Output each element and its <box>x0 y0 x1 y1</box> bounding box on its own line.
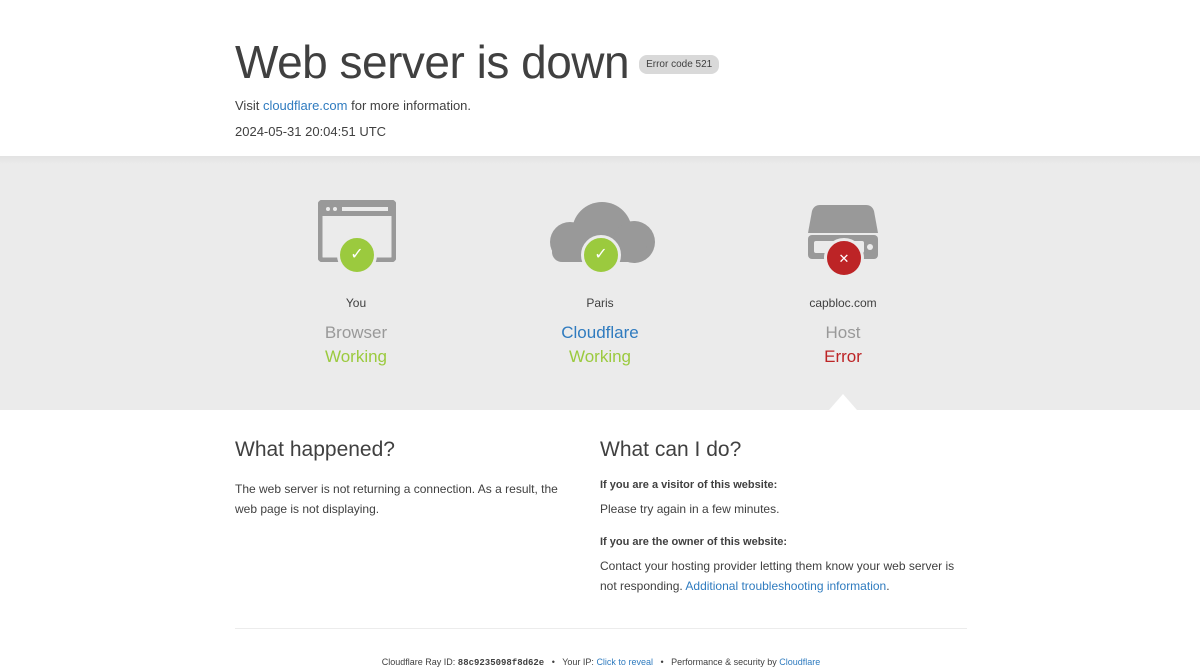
ip-label: Your IP: <box>562 657 597 667</box>
visitor-text: Please try again in a few minutes. <box>600 502 780 516</box>
what-can-i-do-heading: What can I do? <box>600 438 742 461</box>
ray-id-value: 88c9235098f8d62e <box>457 658 545 668</box>
status-column-host: ✕ capbloc.com Host Error <box>723 200 963 367</box>
check-icon: ✓ <box>581 235 621 275</box>
what-can-i-do-section: What can I do? If you are a visitor of t… <box>600 438 967 596</box>
status-column-browser: ✓ You Browser Working <box>236 200 476 367</box>
role-label: Host <box>825 323 861 342</box>
ray-id-label: Cloudflare Ray ID: <box>381 657 458 667</box>
reveal-ip-link[interactable]: Click to reveal <box>596 657 653 667</box>
timestamp: 2024-05-31 20:04:51 UTC <box>235 124 387 139</box>
footer-separator: • <box>660 657 664 667</box>
owner-heading: If you are the owner of this website: <box>600 536 788 548</box>
role-label: Cloudflare <box>561 323 639 342</box>
footer-divider <box>235 628 967 629</box>
what-happened-text: The web server is not returning a connec… <box>235 482 558 516</box>
visit-line: Visit cloudflare.com for more informatio… <box>235 98 719 113</box>
header: Web server is down Error code 521 Visit … <box>0 0 1200 156</box>
cloud-icon-wrap: ✓ <box>480 200 720 276</box>
cloudflare-link[interactable]: cloudflare.com <box>263 98 348 113</box>
location-label: capbloc.com <box>809 296 877 310</box>
troubleshooting-link[interactable]: Additional troubleshooting information <box>685 579 886 593</box>
owner-text-block: Contact your hosting provider letting th… <box>600 556 967 596</box>
what-happened-heading: What happened? <box>235 438 395 461</box>
footer-separator: • <box>551 657 555 667</box>
band-notch <box>829 394 857 410</box>
title-row: Web server is down Error code 521 <box>235 36 720 88</box>
performance-label: Performance & security by <box>671 657 780 667</box>
visit-prefix: Visit <box>235 98 263 113</box>
header-content: Web server is down Error code 521 Visit … <box>235 36 720 139</box>
role-label: Browser <box>324 323 388 342</box>
owner-suffix: . <box>886 579 890 593</box>
what-happened-section: What happened? The web server is not ret… <box>235 438 580 519</box>
status-column-cloudflare: ✓ Paris Cloudflare Working <box>480 200 720 367</box>
error-x-icon: ✕ <box>824 238 864 278</box>
status-label: Error <box>824 347 862 366</box>
footer: Cloudflare Ray ID: 88c9235098f8d62e • Yo… <box>235 657 967 668</box>
cloudflare-footer-link[interactable]: Cloudflare <box>779 657 820 667</box>
visitor-heading: If you are a visitor of this website: <box>600 479 778 491</box>
page-title: Web server is down <box>235 36 630 88</box>
error-code-badge: Error code 521 <box>639 54 720 74</box>
browser-icon-wrap: ✓ <box>236 200 476 276</box>
status-label: Working <box>568 347 632 366</box>
server-icon-wrap: ✕ <box>723 200 963 278</box>
check-icon: ✓ <box>337 235 377 275</box>
status-label: Working <box>324 347 388 366</box>
location-label: Paris <box>586 296 614 310</box>
location-label: You <box>345 296 367 310</box>
visit-suffix: for more information. <box>347 98 472 113</box>
